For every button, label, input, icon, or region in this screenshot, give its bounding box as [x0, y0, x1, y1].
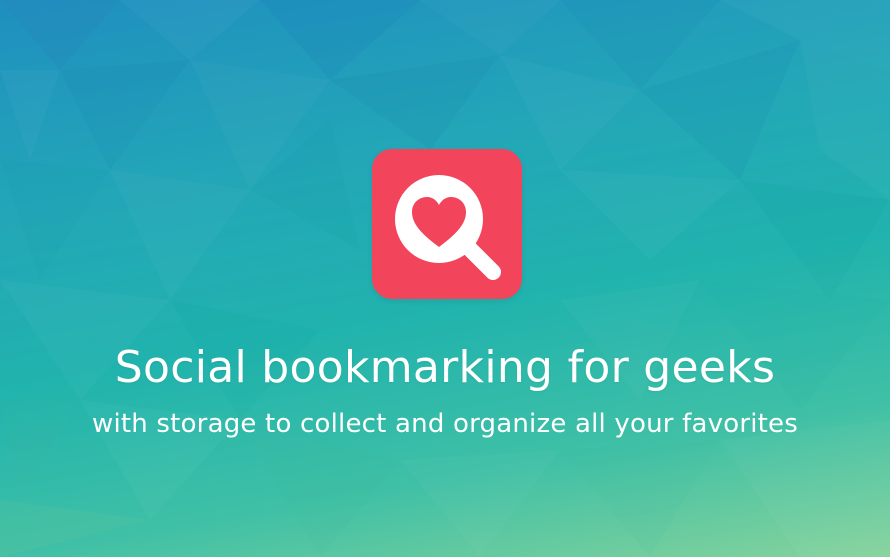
- app-logo: [372, 149, 522, 299]
- hero-banner: Social bookmarking for geeks with storag…: [0, 0, 890, 557]
- hero-subtitle: with storage to collect and organize all…: [92, 409, 798, 439]
- hero-title: Social bookmarking for geeks: [114, 342, 776, 393]
- heart-magnifier-icon: [395, 175, 501, 280]
